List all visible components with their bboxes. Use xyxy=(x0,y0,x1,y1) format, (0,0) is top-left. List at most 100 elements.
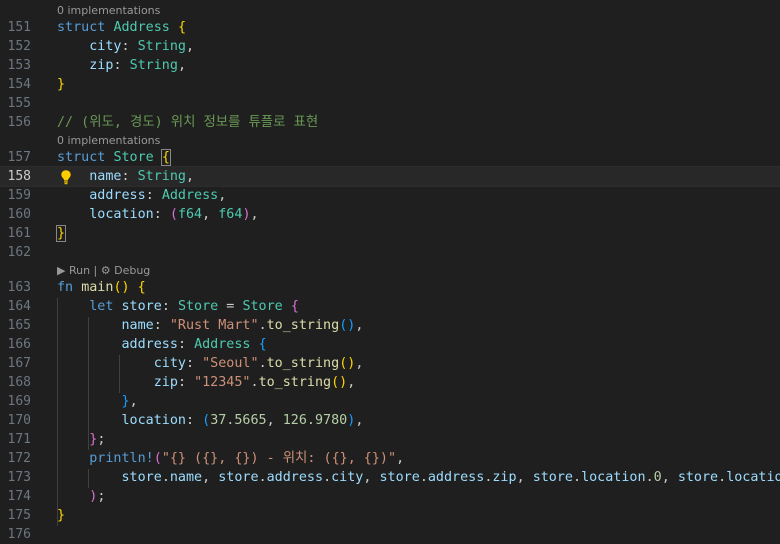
codelens-implementations-address[interactable]: 0 implementations xyxy=(57,3,160,18)
code-line[interactable]: 165 name: "Rust Mart".to_string(), xyxy=(0,316,780,335)
code-line[interactable]: 170 location: (37.5665, 126.9780), xyxy=(0,411,780,430)
code-token: fn xyxy=(57,280,74,295)
code-token: // (위도, 경도) 위치 정보를 튜플로 표현 xyxy=(57,115,319,130)
code-token: name xyxy=(121,318,154,333)
code-line[interactable]: 160 location: (f64, f64), xyxy=(0,205,780,224)
line-number: 167 xyxy=(7,356,31,371)
code-token: , xyxy=(396,451,405,466)
code-token: name xyxy=(169,470,203,485)
code-token: Store xyxy=(242,299,283,314)
code-token: . xyxy=(258,470,267,485)
line-number: 159 xyxy=(7,188,31,203)
line-number: 152 xyxy=(7,39,31,54)
line-code: location: (37.5665, 126.9780), xyxy=(57,411,364,430)
line-number: 160 xyxy=(7,207,31,222)
code-line[interactable]: 173 store.name, store.address.city, stor… xyxy=(0,468,780,487)
code-line[interactable]: 154} xyxy=(0,75,780,94)
code-token: } xyxy=(55,225,67,242)
code-line[interactable]: 159 address: Address, xyxy=(0,186,780,205)
line-code: location: (f64, f64), xyxy=(57,205,258,224)
lightbulb-icon[interactable] xyxy=(58,167,74,186)
code-token: , xyxy=(266,413,283,428)
code-line[interactable]: 153 zip: String, xyxy=(0,56,780,75)
code-token: () xyxy=(339,318,356,333)
code-token: Address xyxy=(113,20,170,35)
code-token: . xyxy=(573,470,582,485)
code-token: , xyxy=(363,470,380,485)
code-line[interactable]: 175} xyxy=(0,506,780,525)
code-editor[interactable]: 0 implementations 0 implementations ▶ Ru… xyxy=(0,0,780,542)
code-line[interactable]: 171 }; xyxy=(0,430,780,449)
line-code: struct Store { xyxy=(57,148,171,167)
code-token: : xyxy=(121,169,138,184)
code-line[interactable]: 176 xyxy=(0,525,780,544)
code-line[interactable]: 155 xyxy=(0,94,780,113)
code-line[interactable]: 168 zip: "12345".to_string(), xyxy=(0,373,780,392)
code-line[interactable]: 167 city: "Seoul".to_string(), xyxy=(0,354,780,373)
code-token: } xyxy=(121,394,130,409)
line-number: 175 xyxy=(7,508,31,523)
code-line[interactable]: 174 ); xyxy=(0,487,780,506)
code-line[interactable]: 152 city: String, xyxy=(0,37,780,56)
code-token: , xyxy=(186,39,195,54)
code-token: : xyxy=(161,299,178,314)
code-line[interactable]: 151 struct Address { xyxy=(0,18,780,37)
code-token: , xyxy=(129,394,138,409)
line-code: let store: Store = Store { xyxy=(57,297,299,316)
code-token: , xyxy=(355,413,364,428)
code-token: ) xyxy=(242,207,251,222)
code-line[interactable]: 162 xyxy=(0,243,780,262)
code-line[interactable]: 157 struct Store { xyxy=(0,148,780,167)
code-token: { xyxy=(290,299,299,314)
line-code: city: "Seoul".to_string(), xyxy=(57,354,364,373)
codelens-implementations-store[interactable]: 0 implementations xyxy=(57,133,160,148)
code-token: store xyxy=(532,470,573,485)
line-number: 158 xyxy=(7,169,31,184)
code-token: : xyxy=(186,356,203,371)
code-token: ; xyxy=(97,489,106,504)
code-token: 126.9780 xyxy=(282,413,348,428)
code-token: . xyxy=(258,318,267,333)
code-token: } xyxy=(57,508,66,523)
line-code: name: String, xyxy=(57,167,194,186)
code-token: 0 xyxy=(653,470,662,485)
line-number: 163 xyxy=(7,280,31,295)
code-token: Address xyxy=(194,337,251,352)
code-line[interactable]: 169 }, xyxy=(0,392,780,411)
code-line[interactable]: 164 let store: Store = Store { xyxy=(0,297,780,316)
code-token: . xyxy=(323,470,332,485)
line-code: zip: "12345".to_string(), xyxy=(57,373,356,392)
line-number: 154 xyxy=(7,77,31,92)
code-line[interactable]: 163 fn main() { xyxy=(0,278,780,297)
code-token: f64 xyxy=(177,207,203,222)
line-code: city: String, xyxy=(57,37,194,56)
code-line[interactable]: 158 name: String, xyxy=(0,166,780,187)
code-token: , xyxy=(355,356,364,371)
line-code: fn main() { xyxy=(57,278,146,297)
code-token: location xyxy=(121,413,187,428)
code-token: println! xyxy=(89,451,154,466)
code-line[interactable]: 172 println!("{} ({}, {}) - 위치: ({}, {})… xyxy=(0,449,780,468)
code-token: address xyxy=(266,470,324,485)
code-token: . xyxy=(250,375,259,390)
codelens-run-debug[interactable]: ▶ Run | ⚙ Debug xyxy=(57,263,150,278)
line-code: }; xyxy=(57,430,105,449)
code-token: name xyxy=(89,169,122,184)
code-line[interactable]: 166 address: Address { xyxy=(0,335,780,354)
code-token: () xyxy=(339,356,356,371)
code-token: , xyxy=(186,169,195,184)
code-line[interactable]: 161} xyxy=(0,224,780,243)
code-line[interactable]: 156 // (위도, 경도) 위치 정보를 튜플로 표현 xyxy=(0,113,780,132)
code-token: : xyxy=(145,188,162,203)
